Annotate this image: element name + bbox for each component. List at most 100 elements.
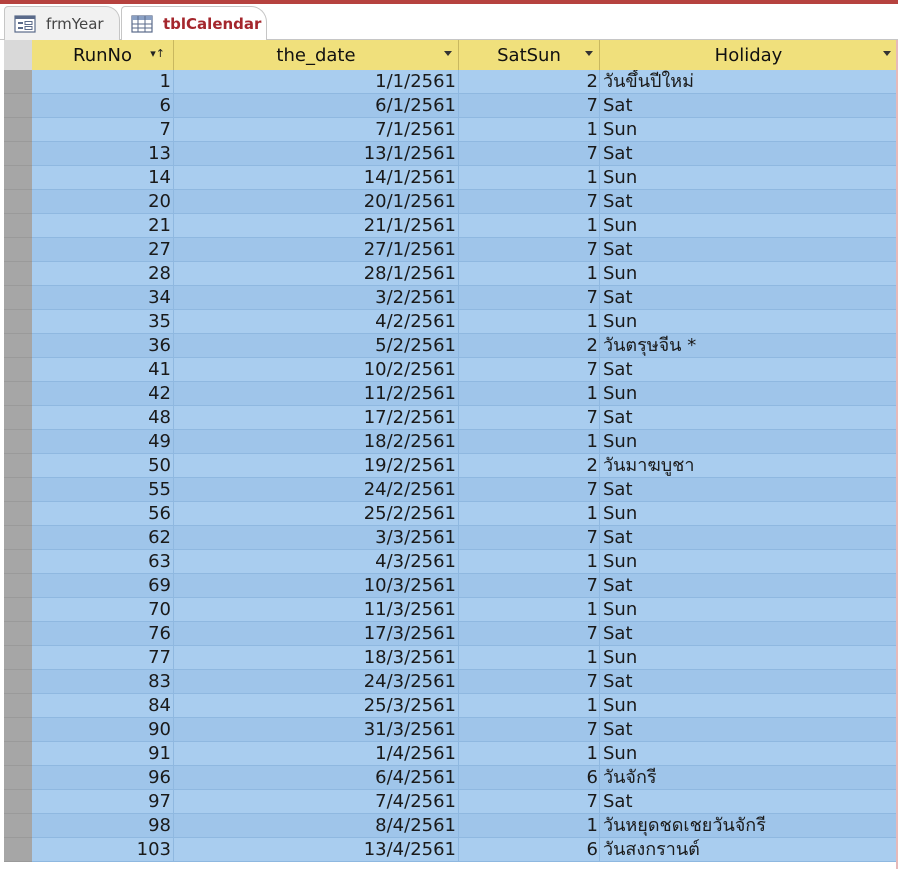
cell-runno[interactable]: 69	[32, 574, 174, 598]
table-row[interactable]: 7 7/1/2561 1 Sun	[4, 118, 898, 142]
record-selector[interactable]	[4, 94, 32, 118]
table-row[interactable]: 77 18/3/2561 1 Sun	[4, 646, 898, 670]
cell-satsun[interactable]: 7	[459, 622, 600, 646]
record-selector[interactable]	[4, 790, 32, 814]
record-selector[interactable]	[4, 406, 32, 430]
select-all-corner[interactable]	[4, 40, 32, 70]
table-row[interactable]: 21 21/1/2561 1 Sun	[4, 214, 898, 238]
cell-satsun[interactable]: 7	[459, 718, 600, 742]
table-row[interactable]: 13 13/1/2561 7 Sat	[4, 142, 898, 166]
cell-the-date[interactable]: 13/1/2561	[174, 142, 459, 166]
table-row[interactable]: 84 25/3/2561 1 Sun	[4, 694, 898, 718]
cell-satsun[interactable]: 7	[459, 190, 600, 214]
record-selector[interactable]	[4, 382, 32, 406]
cell-the-date[interactable]: 11/3/2561	[174, 598, 459, 622]
record-selector[interactable]	[4, 622, 32, 646]
cell-holiday[interactable]: วันมาฆบูชา	[600, 454, 898, 478]
cell-runno[interactable]: 97	[32, 790, 174, 814]
table-row[interactable]: 35 4/2/2561 1 Sun	[4, 310, 898, 334]
table-row[interactable]: 97 7/4/2561 7 Sat	[4, 790, 898, 814]
cell-satsun[interactable]: 1	[459, 262, 600, 286]
cell-runno[interactable]: 42	[32, 382, 174, 406]
cell-satsun[interactable]: 7	[459, 358, 600, 382]
cell-satsun[interactable]: 7	[459, 406, 600, 430]
table-row[interactable]: 41 10/2/2561 7 Sat	[4, 358, 898, 382]
cell-runno[interactable]: 62	[32, 526, 174, 550]
column-header-runno[interactable]: RunNo ▾↑	[32, 40, 174, 70]
record-selector[interactable]	[4, 142, 32, 166]
cell-runno[interactable]: 6	[32, 94, 174, 118]
cell-holiday[interactable]: Sat	[600, 478, 898, 502]
cell-satsun[interactable]: 7	[459, 526, 600, 550]
sort-ascending-icon[interactable]: ▾↑	[150, 48, 165, 60]
cell-the-date[interactable]: 11/2/2561	[174, 382, 459, 406]
cell-the-date[interactable]: 28/1/2561	[174, 262, 459, 286]
record-selector[interactable]	[4, 742, 32, 766]
cell-the-date[interactable]: 18/2/2561	[174, 430, 459, 454]
column-header-holiday[interactable]: Holiday	[600, 40, 898, 70]
cell-satsun[interactable]: 1	[459, 814, 600, 838]
record-selector[interactable]	[4, 574, 32, 598]
cell-holiday[interactable]: Sun	[600, 214, 898, 238]
cell-the-date[interactable]: 10/2/2561	[174, 358, 459, 382]
cell-holiday[interactable]: Sun	[600, 382, 898, 406]
cell-satsun[interactable]: 1	[459, 430, 600, 454]
cell-holiday[interactable]: Sat	[600, 190, 898, 214]
cell-runno[interactable]: 76	[32, 622, 174, 646]
cell-holiday[interactable]: Sat	[600, 718, 898, 742]
cell-satsun[interactable]: 1	[459, 502, 600, 526]
cell-satsun[interactable]: 1	[459, 550, 600, 574]
table-row[interactable]: 20 20/1/2561 7 Sat	[4, 190, 898, 214]
cell-the-date[interactable]: 6/1/2561	[174, 94, 459, 118]
cell-the-date[interactable]: 21/1/2561	[174, 214, 459, 238]
record-selector[interactable]	[4, 526, 32, 550]
cell-runno[interactable]: 28	[32, 262, 174, 286]
record-selector[interactable]	[4, 670, 32, 694]
cell-holiday[interactable]: Sun	[600, 310, 898, 334]
table-row[interactable]: 98 8/4/2561 1 วันหยุดชดเชยวันจักรี	[4, 814, 898, 838]
table-row[interactable]: 70 11/3/2561 1 Sun	[4, 598, 898, 622]
table-row[interactable]: 55 24/2/2561 7 Sat	[4, 478, 898, 502]
cell-satsun[interactable]: 6	[459, 766, 600, 790]
table-row[interactable]: 62 3/3/2561 7 Sat	[4, 526, 898, 550]
cell-runno[interactable]: 1	[32, 70, 174, 94]
record-selector[interactable]	[4, 238, 32, 262]
cell-runno[interactable]: 14	[32, 166, 174, 190]
table-row[interactable]: 56 25/2/2561 1 Sun	[4, 502, 898, 526]
cell-runno[interactable]: 21	[32, 214, 174, 238]
cell-the-date[interactable]: 7/4/2561	[174, 790, 459, 814]
cell-runno[interactable]: 96	[32, 766, 174, 790]
table-row[interactable]: 69 10/3/2561 7 Sat	[4, 574, 898, 598]
cell-satsun[interactable]: 2	[459, 454, 600, 478]
cell-holiday[interactable]: Sat	[600, 574, 898, 598]
cell-holiday[interactable]: วันสงกรานต์	[600, 838, 898, 862]
cell-satsun[interactable]: 1	[459, 382, 600, 406]
cell-the-date[interactable]: 25/2/2561	[174, 502, 459, 526]
record-selector[interactable]	[4, 334, 32, 358]
cell-satsun[interactable]: 7	[459, 94, 600, 118]
cell-runno[interactable]: 91	[32, 742, 174, 766]
table-row[interactable]: 103 13/4/2561 6 วันสงกรานต์	[4, 838, 898, 862]
cell-holiday[interactable]: Sun	[600, 118, 898, 142]
cell-holiday[interactable]: Sat	[600, 94, 898, 118]
cell-runno[interactable]: 84	[32, 694, 174, 718]
table-row[interactable]: 83 24/3/2561 7 Sat	[4, 670, 898, 694]
record-selector[interactable]	[4, 262, 32, 286]
cell-runno[interactable]: 63	[32, 550, 174, 574]
cell-runno[interactable]: 49	[32, 430, 174, 454]
table-row[interactable]: 90 31/3/2561 7 Sat	[4, 718, 898, 742]
table-row[interactable]: 28 28/1/2561 1 Sun	[4, 262, 898, 286]
table-row[interactable]: 14 14/1/2561 1 Sun	[4, 166, 898, 190]
record-selector[interactable]	[4, 358, 32, 382]
record-selector[interactable]	[4, 598, 32, 622]
record-selector[interactable]	[4, 718, 32, 742]
cell-the-date[interactable]: 7/1/2561	[174, 118, 459, 142]
record-selector[interactable]	[4, 166, 32, 190]
cell-holiday[interactable]: Sat	[600, 286, 898, 310]
table-row[interactable]: 36 5/2/2561 2 วันตรุษจีน *	[4, 334, 898, 358]
filter-dropdown-icon[interactable]	[444, 51, 452, 56]
cell-holiday[interactable]: วันหยุดชดเชยวันจักรี	[600, 814, 898, 838]
record-selector[interactable]	[4, 694, 32, 718]
cell-runno[interactable]: 77	[32, 646, 174, 670]
record-selector[interactable]	[4, 838, 32, 862]
